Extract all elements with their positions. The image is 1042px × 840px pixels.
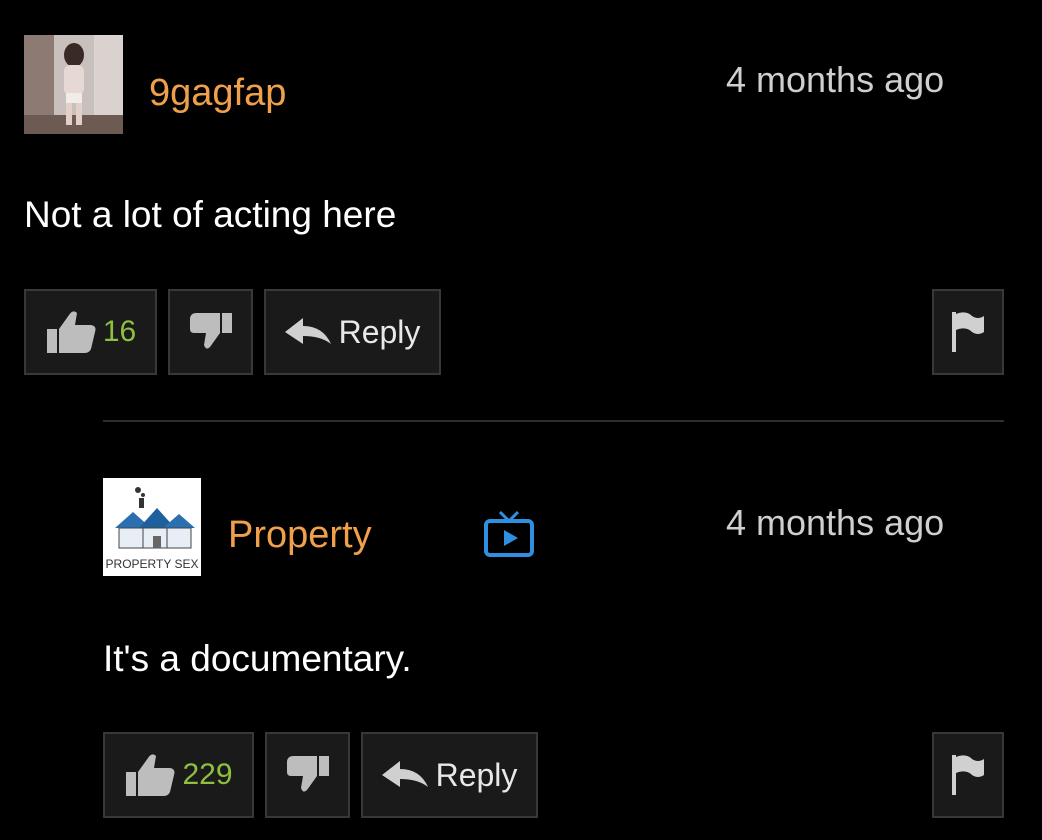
dislike-button[interactable] bbox=[265, 732, 350, 818]
username[interactable]: Property bbox=[228, 516, 372, 554]
dislike-button[interactable] bbox=[168, 289, 253, 375]
divider bbox=[103, 420, 1004, 422]
timestamp: 4 months ago bbox=[726, 502, 945, 543]
flag-icon bbox=[950, 310, 986, 354]
comment-text: Not a lot of acting here bbox=[24, 194, 397, 235]
comment-text: It's a documentary. bbox=[103, 638, 412, 679]
like-button[interactable]: 16 bbox=[24, 289, 157, 375]
thumbs-down-icon bbox=[188, 311, 234, 353]
reply-label: Reply bbox=[338, 314, 421, 350]
thumbs-up-icon bbox=[124, 752, 176, 798]
avatar[interactable] bbox=[24, 35, 123, 134]
reply-label: Reply bbox=[435, 757, 518, 793]
avatar-brand-text: PROPERTY SEX bbox=[106, 557, 199, 571]
reply-arrow-icon bbox=[381, 759, 428, 791]
like-count: 229 bbox=[182, 758, 233, 791]
thumbs-up-icon bbox=[45, 309, 97, 355]
thumbs-down-icon bbox=[285, 754, 331, 796]
comments-section: 9gagfap 4 months ago Not a lot of acting… bbox=[0, 0, 1042, 840]
reply-button[interactable]: Reply bbox=[264, 289, 441, 375]
flag-button[interactable] bbox=[932, 289, 1004, 375]
like-count: 16 bbox=[102, 315, 137, 348]
username[interactable]: 9gagfap bbox=[149, 74, 286, 112]
avatar[interactable]: PROPERTY SEX bbox=[103, 478, 201, 576]
timestamp: 4 months ago bbox=[726, 59, 945, 100]
flag-button[interactable] bbox=[932, 732, 1004, 818]
flag-icon bbox=[950, 753, 986, 797]
tv-icon bbox=[484, 510, 534, 563]
like-button[interactable]: 229 bbox=[103, 732, 254, 818]
reply-button[interactable]: Reply bbox=[361, 732, 538, 818]
reply-arrow-icon bbox=[284, 316, 331, 348]
